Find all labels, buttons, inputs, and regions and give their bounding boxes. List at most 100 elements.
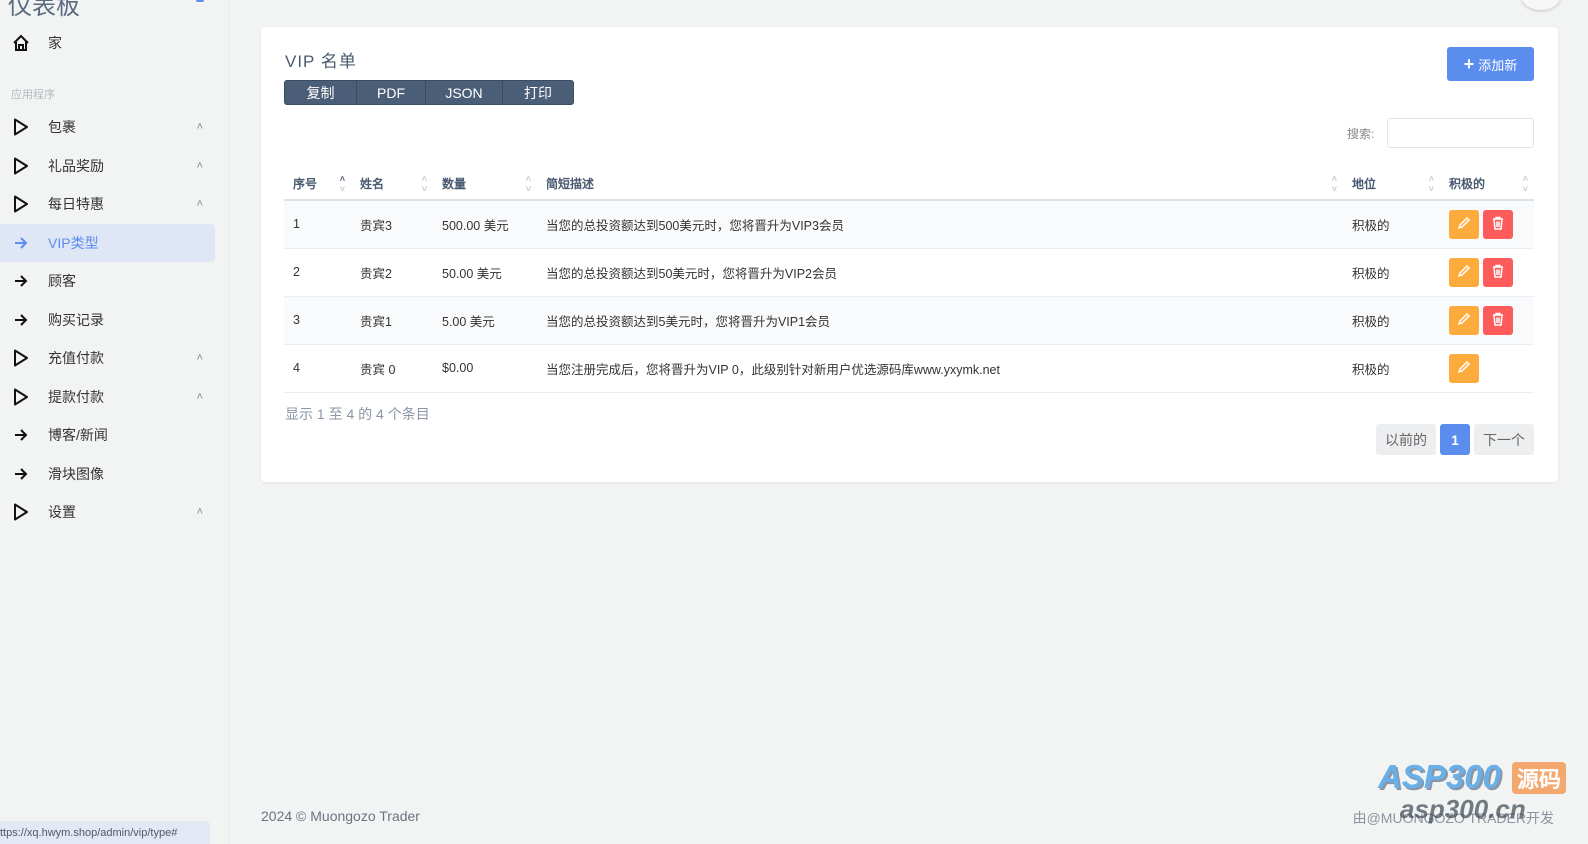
sidebar-item-label: 博客/新闻 xyxy=(48,427,108,443)
arrow-right-icon xyxy=(11,467,31,480)
chevron-up-icon: ˄ xyxy=(196,390,203,403)
cell-status: 积极的 xyxy=(1343,200,1440,249)
arrow-right-icon xyxy=(11,236,31,249)
sidebar-item-7[interactable]: 提款付款 ˄ xyxy=(0,378,215,416)
chevron-up-icon: ˄ xyxy=(196,121,203,133)
edit-button[interactable] xyxy=(1449,353,1479,383)
section-label: 应用程序 xyxy=(11,89,55,101)
sidebar-item-4[interactable]: 顾客 xyxy=(0,262,215,300)
delete-button[interactable] xyxy=(1483,209,1513,239)
sidebar-item-label: 提款付款 xyxy=(48,388,104,405)
home-icon xyxy=(11,34,31,52)
column-label: 简短描述 xyxy=(546,177,595,191)
sidebar-item-2[interactable]: 每日特惠 ˄ xyxy=(0,185,215,223)
table-info: 显示 1 至 4 的 4 个条目 xyxy=(285,406,430,422)
sort-icon[interactable]: ˄ ˅ xyxy=(422,174,427,194)
play-icon xyxy=(11,388,31,406)
sidebar-item-6[interactable]: 充值付款 ˄ xyxy=(0,339,215,377)
cell-no: 4 xyxy=(284,344,351,393)
cell-status: 积极的 xyxy=(1343,248,1440,297)
user-avatar[interactable] xyxy=(1521,0,1561,10)
cell-status: 积极的 xyxy=(1343,296,1440,345)
sort-icon[interactable]: ˄ ˅ xyxy=(1429,174,1434,194)
sort-icon[interactable]: ˄ ˅ xyxy=(1332,174,1337,194)
copy-button[interactable]: 复制 xyxy=(285,81,357,104)
column-header[interactable]: 姓名 ˄ ˅ xyxy=(351,168,433,201)
plus-icon: + xyxy=(1463,53,1475,74)
sort-icon[interactable]: ˄ ˅ xyxy=(1523,174,1528,194)
sidebar-item-label: 家 xyxy=(48,35,62,51)
arrow-right-icon xyxy=(11,313,31,326)
column-header[interactable]: 积极的 ˄ ˅ xyxy=(1440,168,1534,201)
pdf-button[interactable]: PDF xyxy=(357,81,426,104)
trash-icon xyxy=(1492,312,1504,329)
sidebar-item-label: 设置 xyxy=(48,504,76,520)
column-header[interactable]: 简短描述 ˄ ˅ xyxy=(537,168,1343,201)
add-new-label: 添加新 xyxy=(1478,57,1518,73)
sidebar-item-5[interactable]: 购买记录 xyxy=(0,301,215,339)
print-button[interactable]: 打印 xyxy=(503,81,573,104)
sidebar-item-10[interactable]: 设置 ˄ xyxy=(0,493,215,531)
delete-button[interactable] xyxy=(1483,305,1513,335)
sidebar-item-label: 每日特惠 xyxy=(48,196,104,212)
cell-no: 2 xyxy=(284,248,351,297)
sidebar-item-0[interactable]: 包裹 ˄ xyxy=(0,108,215,146)
sidebar: 仪表板 家 应用程序 包裹 ˄ 礼品奖励 ˄ 每日特惠 ˄ VIP类型 顾客 购买记录 充值付款 ˄… xyxy=(0,0,229,844)
sidebar-item-label: 礼品奖励 xyxy=(48,157,104,174)
search-input[interactable] xyxy=(1387,118,1534,148)
edit-button[interactable] xyxy=(1449,257,1479,287)
page-1-button[interactable]: 1 xyxy=(1440,424,1470,455)
cell-status: 积极的 xyxy=(1343,344,1440,393)
delete-button[interactable] xyxy=(1483,257,1513,287)
vip-table: 序号 ˄ ˅ 姓名 ˄ ˅ 数量 ˄ ˅ 简短描述 ˄ ˅ 地位 ˄ ˅ 积极的 ˄ ˅ 1 贵宾3 500.00 美… xyxy=(284,168,1534,393)
cell-name: 贵宾1 xyxy=(351,296,433,345)
pencil-icon xyxy=(1457,216,1471,233)
column-header[interactable]: 序号 ˄ ˅ xyxy=(284,168,351,201)
sidebar-toggle[interactable] xyxy=(196,0,204,2)
cell-amount: 50.00 美元 xyxy=(433,248,537,297)
sidebar-item-3[interactable]: VIP类型 xyxy=(0,223,215,262)
chevron-up-icon: ˄ xyxy=(196,198,203,210)
sidebar-item-1[interactable]: 礼品奖励 ˄ xyxy=(0,147,215,185)
sort-icon[interactable]: ˄ ˅ xyxy=(340,174,345,194)
column-header[interactable]: 数量 ˄ ˅ xyxy=(433,168,537,201)
next-page-button[interactable]: 下一个 xyxy=(1474,424,1534,455)
brand-title[interactable]: 仪表板 xyxy=(8,0,80,21)
table-row: 2 贵宾2 50.00 美元 当您的总投资额达到50美元时，您将晋升为VIP2会员 积极… xyxy=(284,248,1534,297)
add-new-button[interactable]: + 添加新 xyxy=(1447,47,1534,81)
sidebar-item-label: 顾客 xyxy=(48,273,76,289)
status-bar-url: ttps://xq.hwym.shop/admin/vip/type# xyxy=(0,821,210,844)
sidebar-item-label: 充值付款 xyxy=(48,350,104,366)
sidebar-item-label: 包裹 xyxy=(48,119,76,135)
sidebar-item-home[interactable]: 家 xyxy=(0,24,215,62)
edit-button[interactable] xyxy=(1449,209,1479,239)
pencil-icon xyxy=(1457,312,1471,329)
table-row: 3 贵宾1 5.00 美元 当您的总投资额达到5美元时，您将晋升为VIP1会员 积极的 xyxy=(284,296,1534,345)
json-button[interactable]: JSON xyxy=(426,81,503,104)
play-icon xyxy=(11,157,31,175)
cell-amount: 500.00 美元 xyxy=(433,200,537,249)
prev-page-button[interactable]: 以前的 xyxy=(1376,424,1436,455)
sidebar-item-label: 购买记录 xyxy=(48,311,104,328)
sidebar-item-9[interactable]: 滑块图像 xyxy=(0,455,215,493)
sidebar-item-8[interactable]: 博客/新闻 xyxy=(0,416,215,454)
cell-no: 1 xyxy=(284,200,351,249)
cell-amount: 5.00 美元 xyxy=(433,296,537,345)
vip-list-card: VIP 名单 复制 PDF JSON 打印 + 添加新 搜索: 序号 ˄ ˅ 姓名 ˄ ˅… xyxy=(261,27,1558,482)
sort-icon[interactable]: ˄ ˅ xyxy=(526,174,531,194)
cell-name: 贵宾 0 xyxy=(351,344,433,393)
chevron-up-icon: ˄ xyxy=(196,159,203,172)
column-label: 姓名 xyxy=(360,177,385,191)
cell-desc: 当您的总投资额达到50美元时，您将晋升为VIP2会员 xyxy=(537,248,1343,297)
footer-copyright: 2024 © Muongozo Trader xyxy=(261,808,420,824)
watermark-logo: ASP300 xyxy=(1378,758,1501,795)
column-label: 数量 xyxy=(442,177,467,191)
play-icon xyxy=(11,349,31,367)
edit-button[interactable] xyxy=(1449,305,1479,335)
cell-name: 贵宾3 xyxy=(351,200,433,249)
export-button-group: 复制 PDF JSON 打印 xyxy=(284,80,574,105)
table-row: 4 贵宾 0 $0.00 当您注册完成后，您将晋升为VIP 0，此级别针对新用户优选源… xyxy=(284,344,1534,393)
cell-actions xyxy=(1440,344,1534,393)
pencil-icon xyxy=(1457,360,1471,377)
column-header[interactable]: 地位 ˄ ˅ xyxy=(1343,168,1440,201)
